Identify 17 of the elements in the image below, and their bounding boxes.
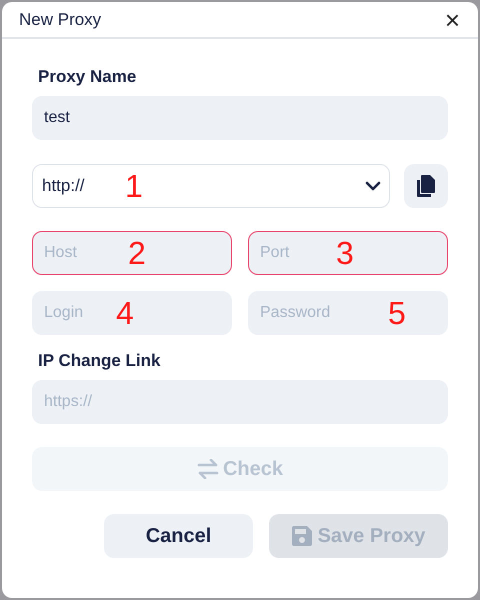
annotation-number: 1 (125, 170, 143, 202)
copy-button[interactable] (404, 164, 448, 208)
copy-icon (416, 175, 436, 197)
window-title: New Proxy (19, 10, 102, 30)
annotation-number: 2 (128, 237, 146, 269)
field-label: Proxy Name (38, 67, 138, 87)
annotation-number: 5 (388, 297, 406, 329)
ip-change-link-field[interactable]: https:// (32, 380, 448, 424)
cancel-button[interactable]: Cancel (104, 514, 253, 558)
field-label: IP Change Link (38, 351, 162, 371)
protocol-dropdown[interactable]: http:// 1 (32, 164, 390, 208)
proxy-name-field[interactable]: test (32, 96, 448, 140)
close-button[interactable]: × (440, 10, 464, 30)
chevron-down-icon (365, 181, 381, 191)
annotation-number: 3 (336, 237, 354, 269)
swap-arrows-icon (196, 459, 219, 479)
annotation-number: 4 (116, 297, 134, 329)
